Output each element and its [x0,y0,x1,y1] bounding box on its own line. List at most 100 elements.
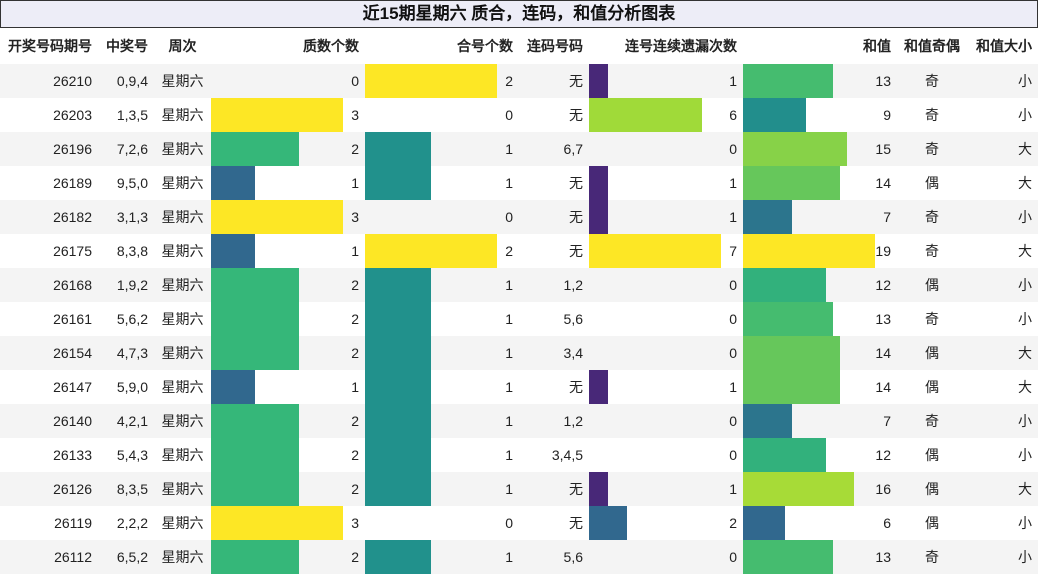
value-week: 星期六 [161,311,204,327]
value-sum: 13 [875,549,891,565]
value-consec: 6,7 [563,141,583,157]
cell-nums: 1,3,5 [98,98,154,132]
table-row: 26140 4,2,1 星期六 2 1 1,2 0 7 奇 小 [0,404,1038,438]
cell-composite: 2 [365,64,519,98]
bar-sum [743,404,792,438]
cell-week: 星期六 [154,166,211,200]
bar-prime [211,200,343,234]
value-week: 星期六 [161,107,204,123]
value-miss: 1 [729,209,737,225]
bar-sum [743,64,833,98]
cell-size: 小 [967,302,1038,336]
table-row: 26126 8,3,5 星期六 2 1 无 1 16 偶 大 [0,472,1038,506]
cell-week: 星期六 [154,370,211,404]
value-parity: 偶 [925,277,939,293]
bar-miss [589,506,627,540]
value-sum: 14 [875,175,891,191]
cell-consec: 1,2 [519,268,589,302]
value-size: 大 [1018,379,1032,395]
cell-size: 大 [967,370,1038,404]
value-week: 星期六 [161,277,204,293]
cell-issue: 26196 [0,132,98,166]
bar-sum [743,200,792,234]
bar-prime [211,302,299,336]
cell-nums: 9,5,0 [98,166,154,200]
value-parity: 奇 [925,107,939,123]
cell-prime: 2 [211,438,365,472]
bar-composite [365,132,431,166]
cell-sum: 14 [743,370,897,404]
cell-miss: 0 [589,302,743,336]
bar-miss [589,64,608,98]
value-sum: 14 [875,345,891,361]
cell-nums: 6,5,2 [98,540,154,574]
cell-sum: 7 [743,404,897,438]
cell-nums: 3,1,3 [98,200,154,234]
value-miss: 0 [729,311,737,327]
value-prime: 2 [351,277,359,293]
bar-composite [365,234,497,268]
bar-prime [211,268,299,302]
header-weekday: 周次 [168,38,197,54]
cell-parity: 奇 [897,98,967,132]
cell-week: 星期六 [154,506,211,540]
cell-week: 星期六 [154,472,211,506]
value-sum: 6 [883,515,891,531]
value-nums: 5,4,3 [116,447,148,463]
cell-issue: 26154 [0,336,98,370]
bar-prime [211,234,255,268]
bar-miss [589,370,608,404]
value-consec: 无 [569,481,583,497]
cell-miss: 0 [589,438,743,472]
value-consec: 3,4,5 [551,447,583,463]
value-miss: 0 [729,141,737,157]
cell-size: 大 [967,336,1038,370]
value-miss: 1 [729,175,737,191]
cell-week: 星期六 [154,64,211,98]
bar-sum [743,472,854,506]
value-parity: 奇 [925,549,939,565]
bar-sum [743,234,875,268]
cell-size: 小 [967,98,1038,132]
header-miss-count: 连号连续遗漏次数 [625,38,737,54]
bar-prime [211,166,255,200]
cell-prime: 2 [211,268,365,302]
bar-prime [211,336,299,370]
cell-miss: 2 [589,506,743,540]
value-sum: 19 [875,243,891,259]
cell-sum: 19 [743,234,897,268]
cell-week: 星期六 [154,336,211,370]
cell-miss: 1 [589,472,743,506]
cell-size: 大 [967,132,1038,166]
cell-week: 星期六 [154,438,211,472]
cell-size: 小 [967,268,1038,302]
value-composite: 0 [505,515,513,531]
bar-prime [211,370,255,404]
cell-composite: 1 [365,370,519,404]
value-consec: 无 [569,107,583,123]
value-week: 星期六 [161,447,204,463]
bar-sum [743,336,840,370]
cell-miss: 0 [589,336,743,370]
value-miss: 1 [729,481,737,497]
cell-miss: 0 [589,132,743,166]
cell-parity: 偶 [897,438,967,472]
cell-consec: 无 [519,98,589,132]
cell-consec: 5,6 [519,302,589,336]
bar-composite [365,540,431,574]
cell-parity: 偶 [897,166,967,200]
cell-sum: 12 [743,268,897,302]
cell-sum: 14 [743,166,897,200]
cell-composite: 1 [365,166,519,200]
value-miss: 0 [729,447,737,463]
value-prime: 2 [351,481,359,497]
bar-composite [365,370,431,404]
cell-sum: 16 [743,472,897,506]
cell-issue: 26189 [0,166,98,200]
cell-week: 星期六 [154,98,211,132]
cell-prime: 3 [211,98,365,132]
value-miss: 1 [729,379,737,395]
cell-size: 小 [967,404,1038,438]
value-parity: 奇 [925,73,939,89]
value-prime: 1 [351,379,359,395]
